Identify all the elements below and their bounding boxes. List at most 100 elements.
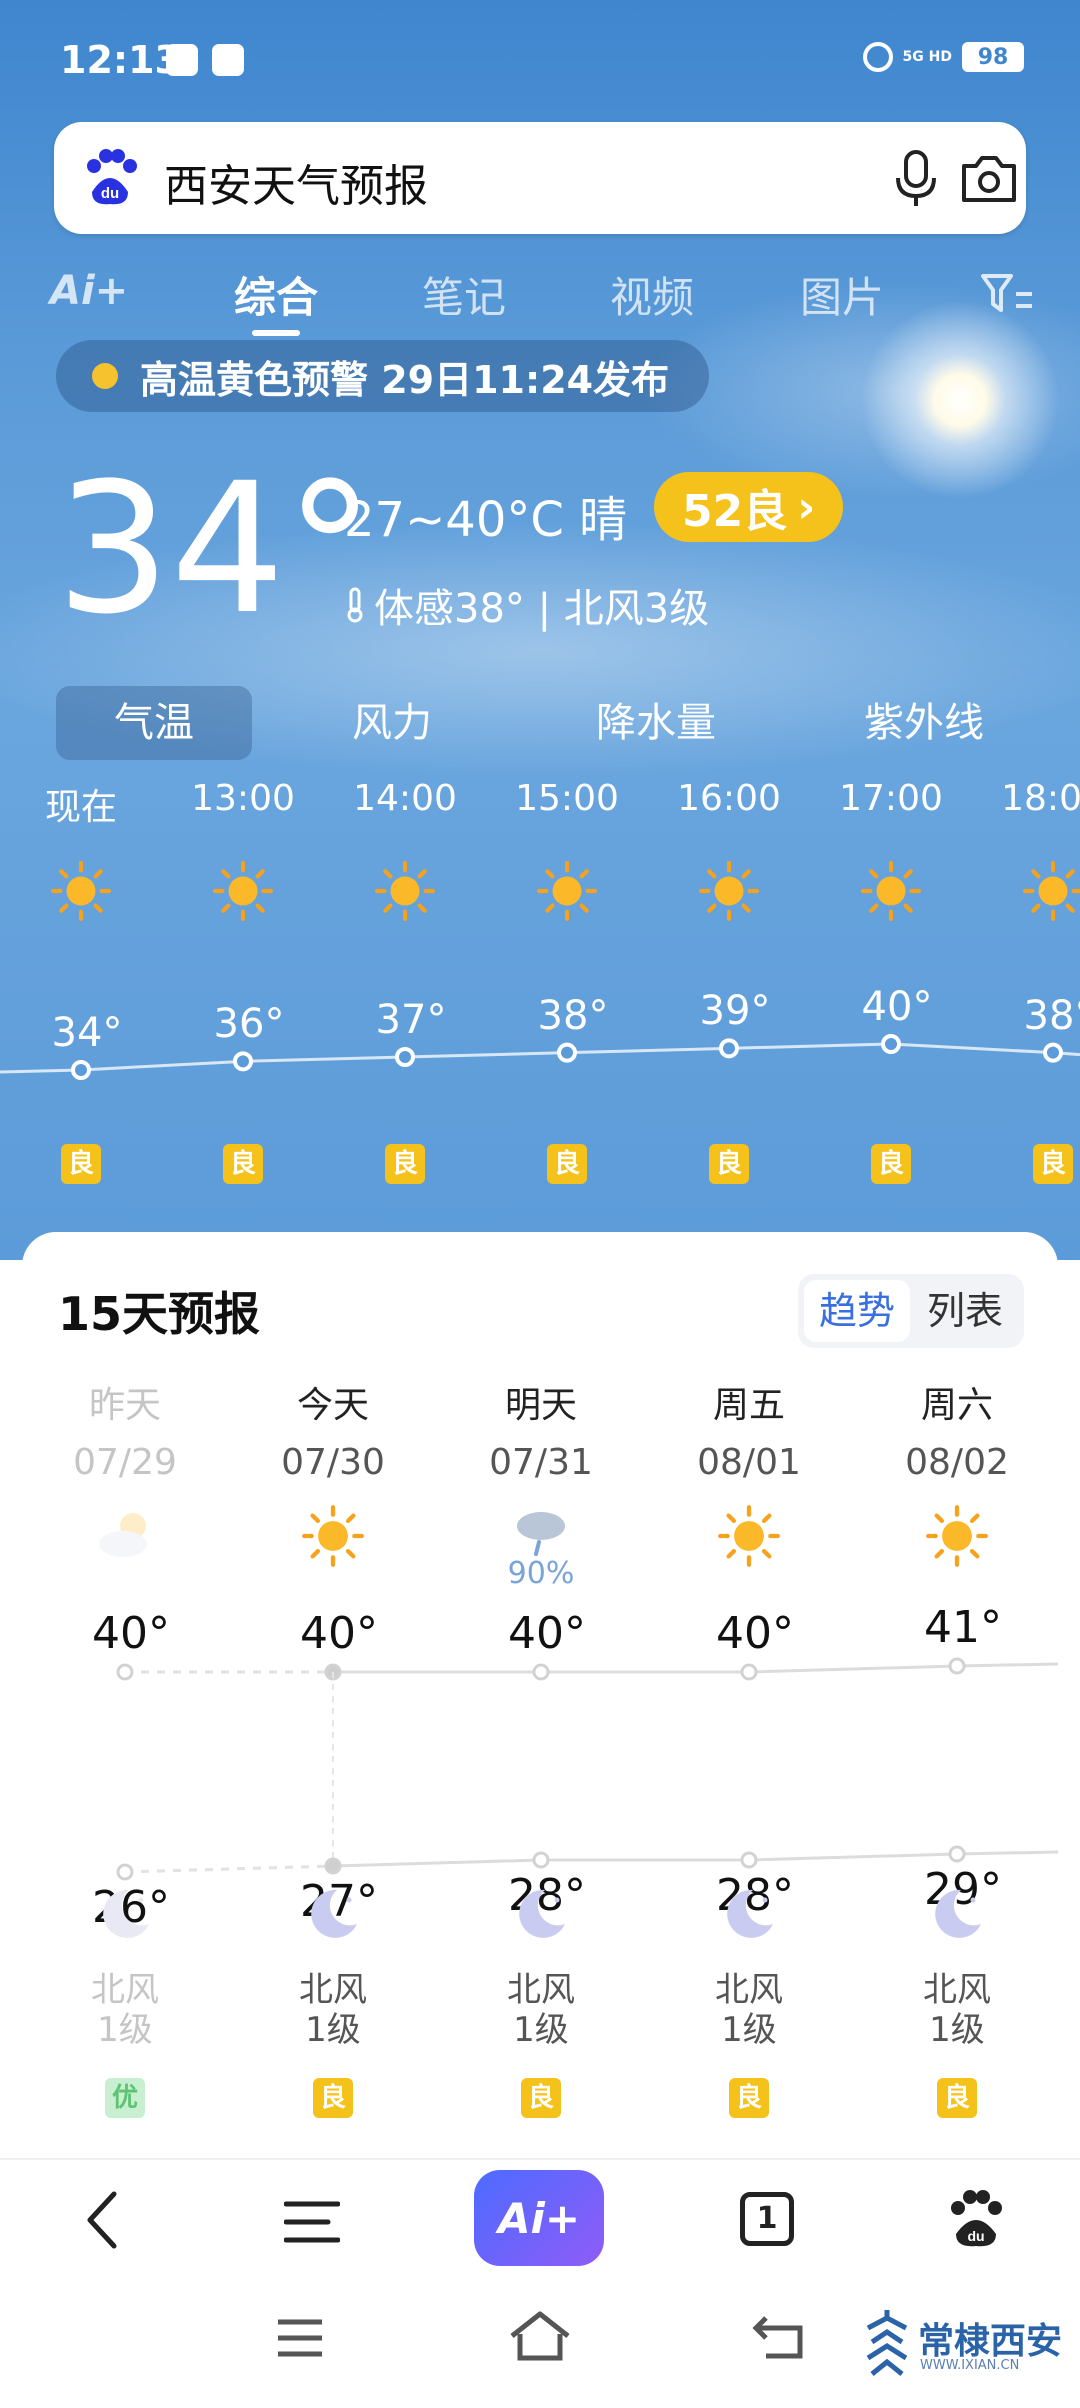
low-temp-line-point [116, 1863, 134, 1881]
hourly-time: 14:00 [340, 778, 470, 819]
hourly-point [395, 1047, 415, 1067]
forecast-temperature-lines [116, 1657, 1058, 1881]
segment-precipitation[interactable]: 降水量 [568, 686, 744, 760]
pagoda-logo-icon [866, 2310, 908, 2376]
watermark: 常棣西安 WWW.IXIAN.CN [862, 2300, 1072, 2390]
feels-like-text: 体感38° | 北风3级 [374, 586, 710, 632]
high-temp-line-point [740, 1663, 758, 1681]
hourly-point [71, 1060, 91, 1080]
hourly-aqi-badge: 良 [709, 1144, 749, 1184]
tabs-count-button[interactable]: 1 [740, 2192, 794, 2246]
search-box[interactable]: du 西安天气预报 [54, 122, 1026, 234]
high-temp-line-point [948, 1657, 966, 1675]
ai-assistant-button[interactable]: Ai+ [474, 2170, 604, 2266]
high-temp-line-point [116, 1663, 134, 1681]
hourly-aqi-badge: 良 [385, 1144, 425, 1184]
hour-label: 13:00 [191, 778, 295, 819]
hourly-point [1043, 1042, 1063, 1063]
svg-text:du: du [967, 2228, 984, 2244]
hourly-time: 17:00 [826, 778, 956, 819]
system-back-icon[interactable] [752, 2314, 804, 2360]
hour-label: 18:00 [1001, 778, 1080, 819]
hourly-time: 13:00 [178, 778, 308, 819]
hourly-line-path [0, 1042, 1080, 1074]
active-tab-indicator [252, 330, 300, 336]
search-query[interactable]: 西安天气预报 [164, 150, 428, 214]
warning-dot-icon [92, 363, 118, 389]
sunny-icon [51, 861, 111, 921]
hourly-aqi-badge: 良 [871, 1144, 911, 1184]
hour-label: 现在 [44, 787, 117, 828]
camera-icon[interactable] [960, 152, 1018, 204]
tab-ai[interactable]: Ai+ [50, 268, 128, 314]
hourly-time: 16:00 [664, 778, 794, 819]
aqi-value: 52良 [682, 486, 788, 537]
sunny-icon [1023, 861, 1080, 921]
segment-wind[interactable]: 风力 [312, 686, 472, 760]
watermark-title: 常棣西安 [918, 2321, 1063, 2362]
filter-icon[interactable] [980, 272, 1034, 318]
hour-label: 14:00 [353, 778, 457, 819]
aqi-badge[interactable]: 52良 › [654, 472, 844, 542]
low-temp-line-point [948, 1845, 966, 1863]
hourly-time: 15:00 [502, 778, 632, 819]
sunny-icon [699, 861, 759, 921]
sunny-icon [375, 861, 435, 921]
high-temp-line-point [532, 1663, 550, 1681]
baidu-notification-icon [166, 44, 198, 76]
chevron-right-icon: › [797, 481, 816, 533]
alarm-icon [862, 42, 893, 72]
tab-images[interactable]: 图片 [800, 264, 884, 325]
hourly-aqi-badge: 良 [223, 1144, 263, 1184]
search-tabs: Ai+ 综合 笔记 视频 图片 [0, 250, 1080, 346]
segment-temperature[interactable]: 气温 [56, 686, 252, 760]
bottom-divider [0, 2158, 1080, 2160]
sunny-icon [213, 861, 273, 921]
low-temp-line-point [324, 1857, 342, 1875]
hourly-point [719, 1038, 739, 1059]
tab-notes[interactable]: 笔记 [422, 264, 506, 325]
hourly-aqi-badge: 良 [1033, 1144, 1073, 1184]
hourly-aqi-badge: 良 [61, 1144, 101, 1184]
baidu-home-icon[interactable]: du [946, 2188, 1006, 2250]
network-indicator: 5G HD [902, 48, 952, 65]
heat-warning-banner[interactable]: 高温黄色预警 29日11:24发布 [56, 340, 710, 412]
warning-text: 高温黄色预警 29日11:24发布 [140, 357, 670, 402]
hourly-point [881, 1034, 901, 1054]
hour-label: 17:00 [839, 778, 943, 819]
baidu-logo-icon: du [87, 149, 137, 205]
low-temp-line-point [740, 1851, 758, 1869]
menu-icon[interactable] [284, 2198, 340, 2246]
hourly-temperature-line [0, 1034, 1080, 1080]
temperature-range: 27~40°C 晴 [344, 492, 628, 548]
battery-indicator: 98 [962, 42, 1024, 72]
low-temp-line-past-segment [124, 1864, 334, 1874]
feels-like: 体感38° | 北风3级 [344, 576, 709, 634]
status-bar: 12:13 5G HD 98 [0, 0, 1080, 120]
svg-text:du: du [101, 185, 119, 202]
current-temperature: 34° [56, 445, 376, 654]
microphone-icon[interactable] [894, 150, 938, 208]
tab-comprehensive[interactable]: 综合 [234, 264, 318, 325]
sunny-icon [537, 861, 597, 921]
hour-label: 16:00 [677, 778, 781, 819]
sunny-icon [861, 861, 921, 921]
segment-uv[interactable]: 紫外线 [836, 686, 1012, 760]
hourly-time: 18:00 [988, 778, 1080, 819]
system-home-icon[interactable] [508, 2310, 572, 2362]
thermometer-icon [347, 587, 363, 623]
back-icon[interactable] [80, 2188, 124, 2252]
status-time: 12:13 [60, 38, 181, 82]
hourly-point [233, 1051, 253, 1072]
tab-videos[interactable]: 视频 [610, 264, 694, 325]
low-temp-line-point [532, 1851, 550, 1869]
hourly-point [557, 1042, 577, 1063]
metric-segments: 气温 风力 降水量 紫外线 [56, 686, 1036, 760]
message-notification-icon [212, 44, 244, 76]
watermark-url: WWW.IXIAN.CN [920, 2358, 1020, 2373]
hourly-time: 现在 [16, 778, 146, 830]
hourly-aqi-badge: 良 [547, 1144, 587, 1184]
hour-label: 15:00 [515, 778, 619, 819]
forecast-card: 15天预报 趋势 列表 昨天 07/29 40° 26° 北风 1级优今天 07/30 40°… [22, 1232, 1058, 2172]
system-menu-icon[interactable] [276, 2318, 324, 2358]
